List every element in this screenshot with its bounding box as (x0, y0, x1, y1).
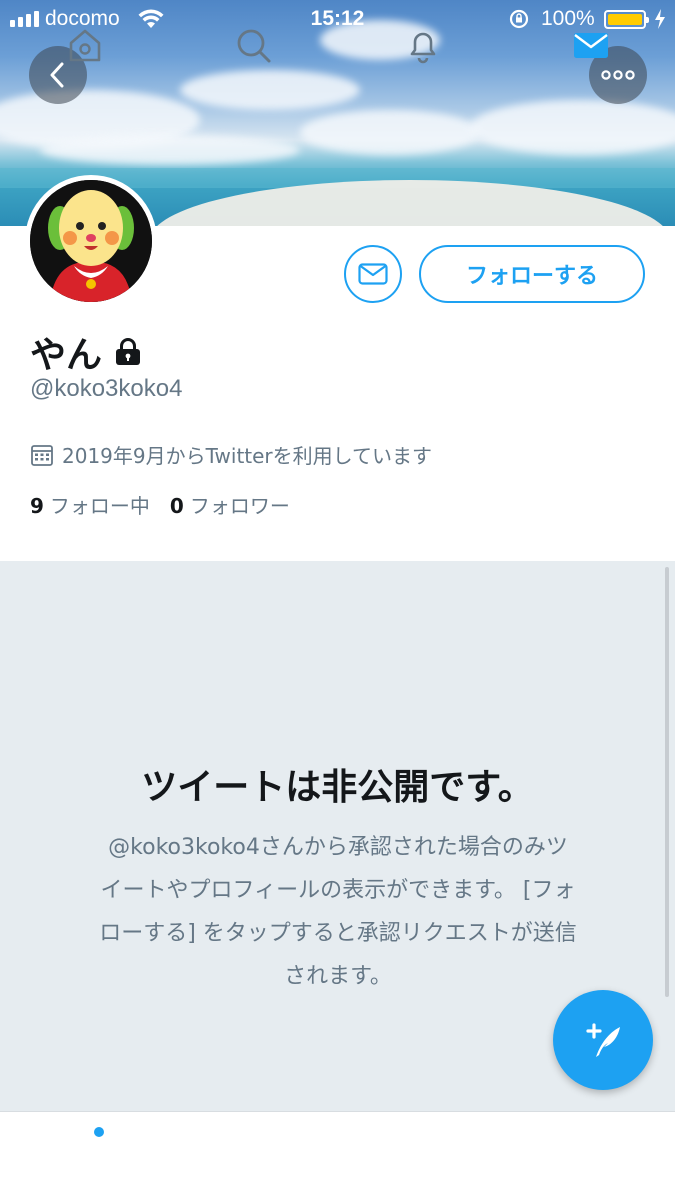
direct-message-button[interactable] (344, 245, 402, 303)
followers-stat[interactable]: 0 フォロワー (170, 490, 290, 519)
joined-date-text: 2019年9月からTwitterを利用しています (62, 444, 433, 468)
search-icon (237, 29, 271, 63)
protected-description-line: ローする] をタップすると承認リクエストが送信 (99, 921, 577, 946)
tab-search[interactable] (228, 20, 278, 70)
compose-feather-icon (586, 1023, 620, 1057)
mail-icon (574, 33, 608, 58)
follow-button[interactable]: フォローする (419, 245, 645, 303)
tab-notifications[interactable] (398, 20, 448, 70)
follow-stats: 9 フォロー中 0 フォロワー (30, 490, 290, 519)
rotation-lock-icon (508, 8, 530, 35)
more-horizontal-icon (601, 70, 635, 80)
tab-home[interactable] (60, 20, 110, 70)
calendar-icon (31, 444, 53, 466)
bell-icon (410, 32, 436, 64)
home-icon (69, 29, 101, 62)
bottom-tab-bar (0, 1111, 675, 1200)
avatar-character-image (30, 180, 152, 302)
compose-tweet-button[interactable] (553, 990, 653, 1090)
envelope-icon (358, 263, 388, 285)
lock-icon (116, 338, 141, 365)
protected-description-line: @koko3koko4さんから承認された場合のみツ (108, 835, 568, 860)
following-count: 9 (30, 494, 44, 518)
protected-description-line: イートやプロフィールの表示ができます。 [フォ (100, 878, 576, 903)
following-stat[interactable]: 9 フォロー中 (30, 490, 150, 519)
profile-avatar[interactable] (25, 175, 157, 307)
unread-dot (94, 1127, 104, 1137)
protected-description: @koko3koko4さんから承認された場合のみツ イートやプロフィールの表示が… (62, 826, 614, 998)
joined-date-row: 2019年9月からTwitterを利用しています (30, 440, 432, 469)
profile-handle: @koko3koko4 (30, 375, 183, 402)
protected-title: ツイートは非公開です。 (141, 767, 534, 808)
following-label: フォロー中 (49, 494, 150, 518)
tab-messages[interactable] (566, 20, 616, 70)
profile-name-row: やん (30, 326, 142, 378)
profile-name: やん (30, 335, 103, 376)
followers-label: フォロワー (189, 494, 290, 518)
protected-description-line: されます。 (284, 964, 392, 989)
followers-count: 0 (169, 494, 184, 518)
charging-icon (654, 9, 666, 34)
